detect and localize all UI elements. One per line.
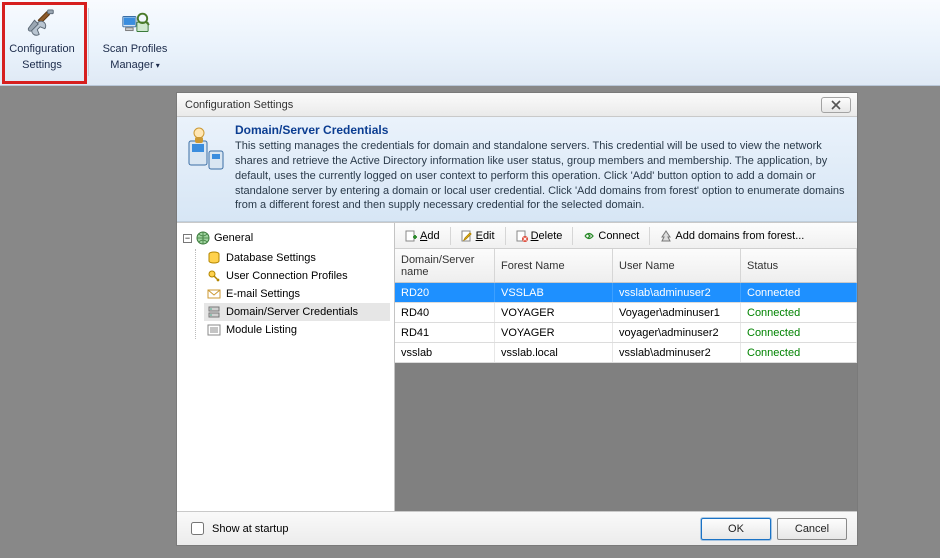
- add-button[interactable]: Add: [399, 228, 446, 244]
- delete-label-rest: elete: [539, 230, 563, 242]
- grid-header: Domain/Server name Forest Name User Name…: [395, 249, 857, 283]
- tree-root-general[interactable]: − General: [181, 229, 390, 247]
- dialog-bottom: Show at startup OK Cancel: [177, 511, 857, 545]
- info-banner: Domain/Server Credentials This setting m…: [177, 117, 857, 222]
- ribbon: Configuration Settings Scan Profiles Man…: [0, 0, 940, 86]
- table-cell: Connected: [741, 283, 857, 302]
- tree-item-database-settings[interactable]: Database Settings: [204, 249, 390, 267]
- ribbon-separator: [88, 8, 89, 76]
- credentials-icon: [187, 123, 225, 213]
- forest-label: Add domains from forest...: [675, 230, 804, 242]
- table-cell: VOYAGER: [495, 303, 613, 322]
- table-row[interactable]: RD20VSSLABvsslab\adminuser2Connected: [395, 283, 857, 303]
- cancel-label: Cancel: [795, 523, 829, 535]
- tree-collapse-icon[interactable]: −: [183, 234, 192, 243]
- tree-item-email-settings[interactable]: E-mail Settings: [204, 285, 390, 303]
- tree-root-label: General: [214, 232, 253, 244]
- table-cell: Connected: [741, 323, 857, 342]
- table-cell: Connected: [741, 303, 857, 322]
- right-pane: Add Edit Delete Connect: [395, 223, 857, 511]
- show-at-startup-label: Show at startup: [212, 523, 288, 535]
- delete-icon: [516, 230, 528, 242]
- table-cell: vsslab\adminuser2: [613, 343, 741, 362]
- table-row[interactable]: vsslabvsslab.localvsslab\adminuser2Conne…: [395, 343, 857, 363]
- col-forest-name[interactable]: Forest Name: [495, 249, 613, 282]
- col-domain-server[interactable]: Domain/Server name: [395, 249, 495, 282]
- table-cell: voyager\adminuser2: [613, 323, 741, 342]
- delete-button[interactable]: Delete: [510, 228, 569, 244]
- tree-children: Database Settings User Connection Profil…: [195, 249, 390, 339]
- tree-item-user-connection-profiles[interactable]: User Connection Profiles: [204, 267, 390, 285]
- table-row[interactable]: RD40VOYAGERVoyager\adminuser1Connected: [395, 303, 857, 323]
- table-cell: vsslab.local: [495, 343, 613, 362]
- connect-button[interactable]: Connect: [577, 228, 645, 244]
- dialog-titlebar: Configuration Settings: [177, 93, 857, 117]
- list-icon: [207, 323, 221, 337]
- server-icon: [207, 305, 221, 319]
- cancel-button[interactable]: Cancel: [777, 518, 847, 540]
- tree-item-label: E-mail Settings: [226, 288, 300, 300]
- dropdown-caret-icon: ▾: [156, 61, 160, 70]
- banner-heading: Domain/Server Credentials: [235, 123, 847, 137]
- add-icon: [405, 230, 417, 242]
- table-cell: Voyager\adminuser1: [613, 303, 741, 322]
- table-cell: RD20: [395, 283, 495, 302]
- configuration-settings-button[interactable]: Configuration Settings: [0, 4, 84, 82]
- action-bar: Add Edit Delete Connect: [395, 223, 857, 249]
- scanprof-label-1: Scan Profiles: [103, 43, 168, 56]
- banner-body: This setting manages the credentials for…: [235, 139, 847, 213]
- show-at-startup-checkbox[interactable]: Show at startup: [187, 519, 288, 538]
- dialog-title-text: Configuration Settings: [185, 99, 293, 111]
- grid-body: RD20VSSLABvsslab\adminuser2ConnectedRD40…: [395, 283, 857, 511]
- table-cell: VSSLAB: [495, 283, 613, 302]
- tools-icon: [26, 8, 58, 40]
- add-domains-from-forest-button[interactable]: Add domains from forest...: [654, 228, 810, 244]
- connect-icon: [583, 230, 595, 242]
- mail-icon: [207, 287, 221, 301]
- configuration-settings-dialog: Configuration Settings: [176, 92, 858, 546]
- scanprof-label-2-text: Manager: [110, 59, 153, 71]
- table-cell: RD40: [395, 303, 495, 322]
- table-cell: VOYAGER: [495, 323, 613, 342]
- tree-item-label: User Connection Profiles: [226, 270, 348, 282]
- edit-icon: [461, 230, 473, 242]
- database-icon: [207, 251, 221, 265]
- dialog-close-button[interactable]: [821, 97, 851, 113]
- scanprof-label-2: Manager▾: [110, 59, 159, 72]
- connect-label: Connect: [598, 230, 639, 242]
- edit-button[interactable]: Edit: [455, 228, 501, 244]
- close-icon: [830, 100, 842, 110]
- edit-label-rest: dit: [483, 230, 495, 242]
- tree-item-label: Domain/Server Credentials: [226, 306, 358, 318]
- table-cell: RD41: [395, 323, 495, 342]
- tree-pane: − General Database Settings User Connect…: [177, 223, 395, 511]
- ok-label: OK: [728, 523, 744, 535]
- scan-profiles-manager-button[interactable]: Scan Profiles Manager▾: [93, 4, 177, 82]
- table-cell: vsslab\adminuser2: [613, 283, 741, 302]
- table-cell: vsslab: [395, 343, 495, 362]
- scan-profiles-icon: [119, 8, 151, 40]
- tree-item-domain-server-credentials[interactable]: Domain/Server Credentials: [204, 303, 390, 321]
- ok-button[interactable]: OK: [701, 518, 771, 540]
- forest-icon: [660, 230, 672, 242]
- table-row[interactable]: RD41VOYAGERvoyager\adminuser2Connected: [395, 323, 857, 343]
- col-status[interactable]: Status: [741, 249, 857, 282]
- add-label-rest: dd: [427, 230, 439, 242]
- key-icon: [207, 269, 221, 283]
- table-cell: Connected: [741, 343, 857, 362]
- config-label-2: Settings: [22, 59, 62, 72]
- show-at-startup-input[interactable]: [191, 522, 204, 535]
- stage: Configuration Settings: [0, 86, 940, 558]
- tree-item-module-listing[interactable]: Module Listing: [204, 321, 390, 339]
- col-user-name[interactable]: User Name: [613, 249, 741, 282]
- globe-icon: [196, 231, 210, 245]
- config-label-1: Configuration: [9, 43, 74, 56]
- dialog-body: − General Database Settings User Connect…: [177, 222, 857, 511]
- tree-item-label: Database Settings: [226, 252, 316, 264]
- tree-item-label: Module Listing: [226, 324, 297, 336]
